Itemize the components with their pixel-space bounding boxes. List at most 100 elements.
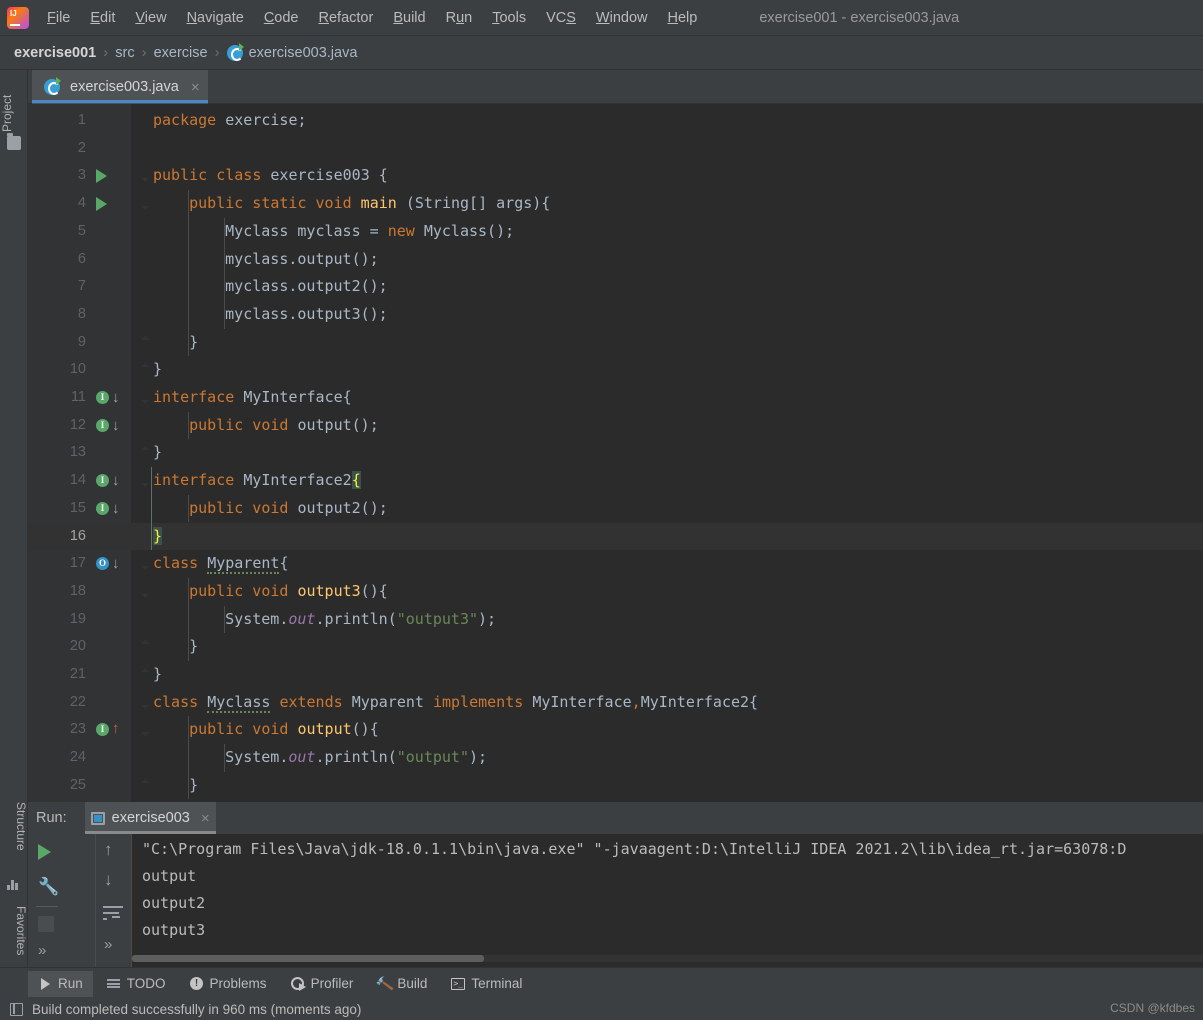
run-gutter-icon[interactable] — [96, 169, 107, 183]
gutter-row[interactable]: 21 — [28, 661, 131, 689]
run-console-output[interactable]: "C:\Program Files\Java\jdk-18.0.1.1\bin\… — [132, 834, 1203, 967]
stop-button[interactable] — [38, 916, 54, 932]
gutter-row[interactable]: 15I↓ — [28, 495, 131, 523]
soft-wrap-icon[interactable] — [103, 906, 123, 920]
gutter-row[interactable]: 14I↓ — [28, 467, 131, 495]
expand-toolbar-icon[interactable]: » — [38, 942, 46, 959]
bottom-tab-todo[interactable]: TODO — [97, 971, 176, 997]
gutter-row[interactable]: 20 — [28, 633, 131, 661]
code-row[interactable]: class Myparent{ — [131, 550, 1203, 578]
code-row[interactable]: } — [131, 523, 1203, 551]
gutter-row[interactable]: 13 — [28, 439, 131, 467]
run-config-tab[interactable]: exercise003 × — [85, 802, 216, 834]
menu-item-code[interactable]: Code — [254, 7, 309, 29]
code-row[interactable]: } — [131, 661, 1203, 689]
sidebar-tab-favorites[interactable]: Favorites — [0, 900, 28, 976]
implemented-gutter-icon[interactable]: I — [96, 474, 109, 487]
bottom-tab-run[interactable]: Run — [28, 971, 93, 997]
code-row[interactable]: } — [131, 329, 1203, 357]
code-row[interactable]: public void output2(); — [131, 495, 1203, 523]
event-log-icon[interactable] — [10, 1003, 23, 1016]
scroll-up-icon[interactable]: ↑ — [104, 840, 113, 860]
gutter-row[interactable]: 17O↓ — [28, 550, 131, 578]
code-row[interactable]: public class exercise003 { — [131, 162, 1203, 190]
implemented-by-down-arrow-icon[interactable]: ↓ — [112, 556, 120, 571]
implemented-gutter-icon[interactable]: I — [96, 723, 109, 736]
implemented-by-down-arrow-icon[interactable]: ↓ — [112, 390, 120, 405]
code-editor[interactable]: 1234567891011I↓12I↓1314I↓15I↓1617O↓18192… — [28, 104, 1203, 802]
code-row[interactable]: public static void main (String[] args){ — [131, 190, 1203, 218]
code-row[interactable]: package exercise; — [131, 107, 1203, 135]
sidebar-tab-project[interactable]: Project — [0, 74, 28, 138]
bottom-tab-profiler[interactable]: Profiler — [281, 971, 364, 997]
gutter-row[interactable]: 6 — [28, 246, 131, 274]
menu-item-help[interactable]: Help — [657, 7, 707, 29]
gutter-row[interactable]: 19 — [28, 606, 131, 634]
gutter-row[interactable]: 4 — [28, 190, 131, 218]
bottom-tab-terminal[interactable]: >_Terminal — [441, 971, 532, 997]
code-row[interactable]: System.out.println("output"); — [131, 744, 1203, 772]
code-row[interactable]: } — [131, 633, 1203, 661]
menu-item-build[interactable]: Build — [383, 7, 435, 29]
breadcrumb-item-project[interactable]: exercise001 — [14, 45, 96, 61]
implemented-gutter-icon[interactable]: I — [96, 419, 109, 432]
sidebar-tab-structure[interactable]: Structure — [0, 796, 28, 872]
editor-gutter[interactable]: 1234567891011I↓12I↓1314I↓15I↓1617O↓18192… — [28, 104, 131, 802]
console-scrollbar-thumb[interactable] — [132, 955, 484, 962]
implements-up-arrow-icon[interactable]: ↑ — [112, 721, 120, 736]
code-row[interactable]: myclass.output(); — [131, 246, 1203, 274]
gutter-row[interactable]: 16 — [28, 523, 131, 551]
code-row[interactable]: public void output(){ — [131, 716, 1203, 744]
code-row[interactable]: } — [131, 772, 1203, 800]
menu-item-window[interactable]: Window — [586, 7, 658, 29]
rerun-button[interactable] — [38, 844, 51, 860]
editor-code-area[interactable]: package exercise; public class exercise00… — [131, 104, 1203, 802]
implemented-by-down-arrow-icon[interactable]: ↓ — [112, 418, 120, 433]
gutter-row[interactable]: 18 — [28, 578, 131, 606]
expand-toolbar-icon[interactable]: » — [104, 936, 112, 953]
code-row[interactable]: } — [131, 356, 1203, 384]
code-row[interactable]: myclass.output3(); — [131, 301, 1203, 329]
code-row[interactable]: myclass.output2(); — [131, 273, 1203, 301]
menu-item-file[interactable]: File — [37, 7, 80, 29]
breadcrumb-item-src[interactable]: src — [115, 45, 134, 61]
menu-item-edit[interactable]: Edit — [80, 7, 125, 29]
menu-item-navigate[interactable]: Navigate — [177, 7, 254, 29]
implemented-gutter-icon[interactable]: I — [96, 502, 109, 515]
code-row[interactable]: public void output(); — [131, 412, 1203, 440]
code-row[interactable]: public void output3(){ — [131, 578, 1203, 606]
gutter-row[interactable]: 8 — [28, 301, 131, 329]
menu-item-vcs[interactable]: VCS — [536, 7, 586, 29]
gutter-row[interactable]: 9 — [28, 329, 131, 357]
menu-item-view[interactable]: View — [125, 7, 176, 29]
implemented-by-down-arrow-icon[interactable]: ↓ — [112, 473, 120, 488]
code-row[interactable]: Myclass myclass = new Myclass(); — [131, 218, 1203, 246]
folder-icon[interactable] — [7, 136, 21, 150]
code-row[interactable]: interface MyInterface2{ — [131, 467, 1203, 495]
menu-item-refactor[interactable]: Refactor — [309, 7, 384, 29]
gutter-row[interactable]: 23I↑ — [28, 716, 131, 744]
editor-tab-exercise003[interactable]: exercise003.java × — [32, 70, 208, 104]
breadcrumb-item-file[interactable]: exercise003.java — [249, 45, 358, 61]
gutter-row[interactable]: 11I↓ — [28, 384, 131, 412]
gutter-row[interactable]: 3 — [28, 162, 131, 190]
scroll-down-icon[interactable]: ↓ — [104, 870, 113, 890]
implemented-by-down-arrow-icon[interactable]: ↓ — [112, 501, 120, 516]
menu-item-run[interactable]: Run — [436, 7, 483, 29]
gutter-row[interactable]: 2 — [28, 135, 131, 163]
code-row[interactable] — [131, 135, 1203, 163]
run-gutter-icon[interactable] — [96, 197, 107, 211]
gutter-row[interactable]: 10 — [28, 356, 131, 384]
close-icon[interactable]: × — [191, 79, 200, 96]
overridden-gutter-icon[interactable]: O — [96, 557, 109, 570]
settings-wrench-icon[interactable]: 🔧 — [38, 878, 59, 895]
gutter-row[interactable]: 22 — [28, 689, 131, 717]
gutter-row[interactable]: 7 — [28, 273, 131, 301]
bottom-tab-problems[interactable]: !Problems — [180, 971, 277, 997]
gutter-row[interactable]: 25 — [28, 772, 131, 800]
structure-icon[interactable] — [7, 878, 21, 890]
code-row[interactable]: interface MyInterface{ — [131, 384, 1203, 412]
code-row[interactable]: } — [131, 439, 1203, 467]
gutter-row[interactable]: 5 — [28, 218, 131, 246]
code-row[interactable]: class Myclass extends Myparent implement… — [131, 689, 1203, 717]
